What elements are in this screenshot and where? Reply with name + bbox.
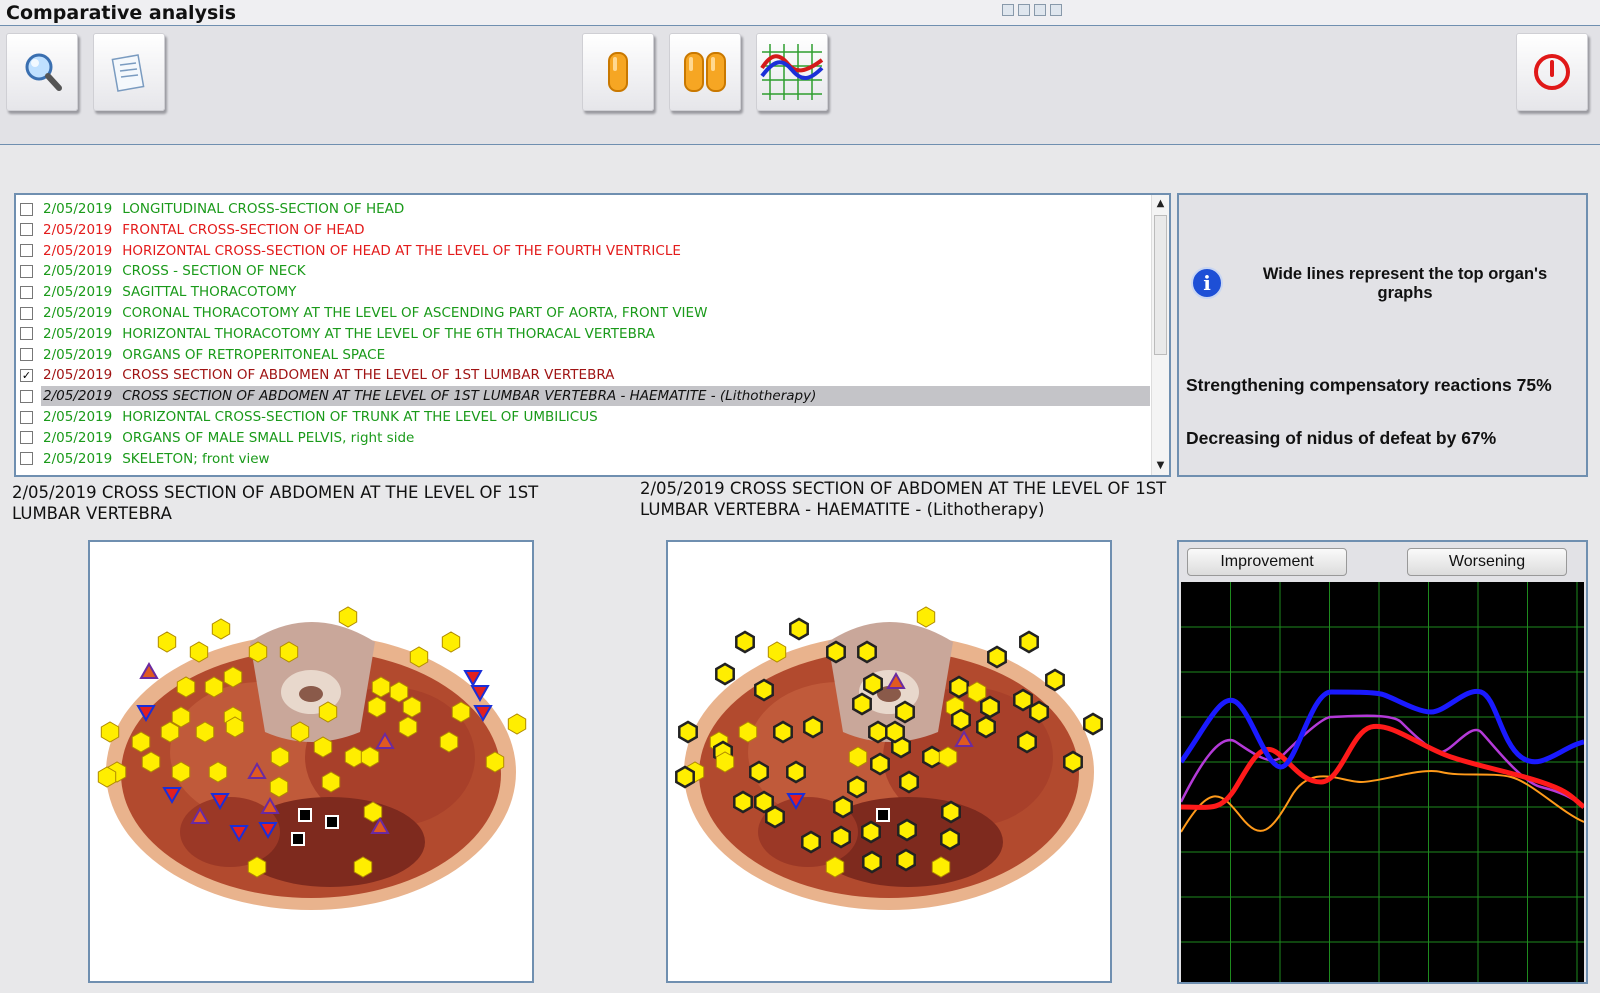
- search-button[interactable]: [6, 33, 78, 111]
- row-checkbox[interactable]: ✓: [20, 368, 33, 382]
- worsening-button[interactable]: Worsening: [1407, 548, 1567, 576]
- row-checkbox[interactable]: [20, 223, 33, 237]
- list-item[interactable]: 2/05/2019 LONGITUDINAL CROSS-SECTION OF H…: [20, 199, 1150, 219]
- magnifier-icon: [25, 53, 62, 91]
- row-checkbox[interactable]: [20, 285, 33, 299]
- power-icon: [1534, 54, 1570, 90]
- study-list[interactable]: 2/05/2019 LONGITUDINAL CROSS-SECTION OF H…: [14, 193, 1171, 477]
- row-date: 2/05/2019: [43, 450, 113, 467]
- toolbar: [0, 26, 1600, 145]
- row-title: CROSS - SECTION OF NECK: [122, 263, 306, 280]
- list-item[interactable]: 2/05/2019 ORGANS OF MALE SMALL PELVIS, ri…: [20, 428, 1150, 448]
- comparison-graph-panel: Improvement Worsening: [1177, 540, 1588, 984]
- row-date: 2/05/2019: [43, 201, 113, 217]
- row-title: SKELETON; front view: [122, 450, 270, 467]
- row-date: 2/05/2019: [43, 346, 113, 363]
- single-capsule-icon: [608, 52, 628, 92]
- list-item[interactable]: 2/05/2019 SKELETON; front view: [20, 449, 1150, 469]
- resize-icon[interactable]: [1018, 4, 1030, 16]
- window-title: Comparative analysis: [6, 2, 237, 24]
- row-title: HORIZONTAL CROSS-SECTION OF HEAD AT THE …: [122, 242, 681, 259]
- row-date: 2/05/2019: [43, 284, 113, 301]
- compare-view-button[interactable]: [669, 33, 741, 111]
- scroll-thumb[interactable]: [1154, 215, 1167, 355]
- window-controls[interactable]: [1002, 2, 1068, 18]
- info-icon: i: [1191, 267, 1223, 299]
- row-title: SAGITTAL THORACOTOMY: [122, 284, 297, 301]
- row-date: 2/05/2019: [43, 221, 113, 238]
- chevron-down-icon[interactable]: [1034, 4, 1046, 16]
- row-title: HORIZONTAL CROSS-SECTION OF TRUNK AT THE…: [122, 409, 598, 425]
- exit-button[interactable]: [1516, 33, 1588, 111]
- list-item[interactable]: 2/05/2019 CROSS - SECTION OF NECK: [20, 261, 1150, 281]
- compensatory-reactions-stat: Strengthening compensatory reactions 75%: [1186, 375, 1552, 395]
- chat-icon[interactable]: [1050, 4, 1062, 16]
- list-item[interactable]: 2/05/2019 HORIZONTAL CROSS-SECTION OF TRU…: [20, 407, 1150, 427]
- row-date: 2/05/2019: [43, 325, 113, 342]
- row-checkbox[interactable]: [20, 244, 33, 258]
- row-title: ORGANS OF MALE SMALL PELVIS, right side: [122, 429, 415, 446]
- improvement-button[interactable]: Improvement: [1187, 548, 1347, 576]
- row-title: CROSS SECTION OF ABDOMEN AT THE LEVEL OF…: [122, 388, 817, 405]
- row-title: LONGITUDINAL CROSS-SECTION OF HEAD: [122, 201, 405, 217]
- scroll-up-arrow-icon[interactable]: ▲: [1152, 195, 1169, 213]
- row-checkbox[interactable]: [20, 327, 33, 341]
- row-checkbox[interactable]: [20, 202, 33, 216]
- graph-icon: [760, 44, 824, 100]
- list-item[interactable]: 2/05/2019 CORONAL THORACOTOMY AT THE LEVE…: [20, 303, 1150, 323]
- scroll-down-arrow-icon[interactable]: ▼: [1152, 457, 1169, 475]
- list-item[interactable]: 2/05/2019 SAGITTAL THORACOTOMY: [20, 282, 1150, 302]
- row-title: CROSS SECTION OF ABDOMEN AT THE LEVEL OF…: [122, 367, 615, 384]
- row-date: 2/05/2019: [43, 242, 113, 259]
- row-checkbox[interactable]: [20, 410, 33, 424]
- row-date: 2/05/2019: [43, 305, 113, 321]
- after-scan-image: [666, 540, 1112, 983]
- info-panel: i Wide lines represent the top organ's g…: [1177, 193, 1588, 477]
- graph-legend-note: Wide lines represent the top organ's gra…: [1262, 265, 1548, 302]
- nidus-decrease-stat: Decreasing of nidus of defeat by 67%: [1186, 428, 1497, 448]
- list-item[interactable]: 2/05/2019 ORGANS OF RETROPERITONEAL SPACE: [20, 345, 1150, 365]
- graph-view-button[interactable]: [756, 33, 828, 111]
- list-scrollbar[interactable]: ▲ ▼: [1151, 195, 1169, 475]
- study-list-rows: 2/05/2019 LONGITUDINAL CROSS-SECTION OF H…: [16, 195, 1153, 475]
- list-item[interactable]: 2/05/2019 HORIZONTAL THORACOTOMY AT THE L…: [20, 324, 1150, 344]
- row-title: FRONTAL CROSS-SECTION OF HEAD: [122, 221, 365, 238]
- row-date: 2/05/2019: [43, 429, 113, 446]
- row-checkbox[interactable]: [20, 264, 33, 278]
- list-item[interactable]: 2/05/2019 CROSS SECTION OF ABDOMEN AT THE…: [20, 386, 1150, 407]
- row-title: ORGANS OF RETROPERITONEAL SPACE: [122, 346, 386, 363]
- before-scan-image: [88, 540, 534, 983]
- title-bar: Comparative analysis: [0, 0, 1600, 26]
- left-image-caption: 2/05/2019 CROSS SECTION OF ABDOMEN AT TH…: [12, 483, 539, 523]
- row-date: 2/05/2019: [43, 263, 113, 280]
- row-date: 2/05/2019: [43, 388, 113, 405]
- row-date: 2/05/2019: [43, 409, 113, 425]
- right-image-caption: 2/05/2019 CROSS SECTION OF ABDOMEN AT TH…: [640, 479, 1167, 519]
- row-checkbox[interactable]: [20, 452, 33, 466]
- grid-icon[interactable]: [1002, 4, 1014, 16]
- report-button[interactable]: [93, 33, 165, 111]
- double-capsule-icon: [684, 52, 726, 92]
- row-title: CORONAL THORACOTOMY AT THE LEVEL OF ASCE…: [122, 305, 708, 321]
- list-item[interactable]: 2/05/2019 FRONTAL CROSS-SECTION OF HEAD: [20, 220, 1150, 240]
- row-title: HORIZONTAL THORACOTOMY AT THE LEVEL OF T…: [122, 325, 655, 342]
- list-item[interactable]: ✓ 2/05/2019 CROSS SECTION OF ABDOMEN AT TH…: [20, 365, 1150, 385]
- organ-graph: [1178, 582, 1586, 982]
- document-icon: [111, 54, 145, 92]
- row-checkbox[interactable]: [20, 431, 33, 445]
- row-checkbox[interactable]: [20, 306, 33, 320]
- row-checkbox[interactable]: [20, 389, 33, 403]
- row-checkbox[interactable]: [20, 348, 33, 362]
- single-view-button[interactable]: [582, 33, 654, 111]
- row-date: 2/05/2019: [43, 367, 113, 384]
- list-item[interactable]: 2/05/2019 HORIZONTAL CROSS-SECTION OF HEA…: [20, 241, 1150, 261]
